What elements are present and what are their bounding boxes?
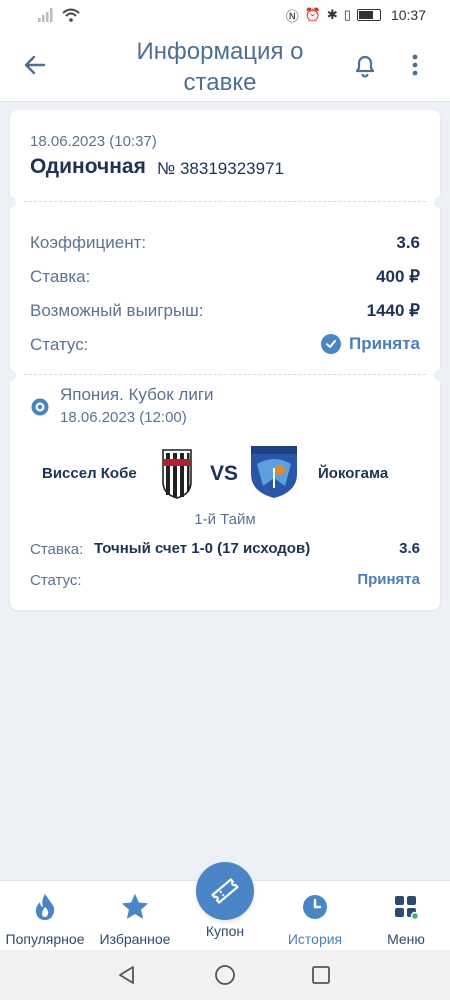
app-header: Информация о ставке bbox=[0, 30, 450, 102]
status-bar: Ⓝ ⏰ ✱ ▯ 10:37 bbox=[0, 0, 450, 30]
soccer-ball-icon bbox=[31, 398, 49, 416]
recents-square-icon[interactable] bbox=[310, 964, 332, 986]
menu-grid-icon bbox=[391, 892, 421, 922]
nfc-icon: Ⓝ bbox=[285, 8, 299, 24]
battery-icon bbox=[356, 9, 381, 21]
wifi-icon bbox=[62, 8, 80, 22]
status-label: Статус: bbox=[30, 335, 89, 354]
pick-odds: 3.6 bbox=[399, 540, 420, 557]
match-date: 18.06.2023 (12:00) bbox=[60, 409, 187, 426]
nav-favorites-label: Избранное bbox=[99, 931, 171, 947]
possible-win-value: 1440 ₽ bbox=[366, 301, 420, 320]
status-value: Принята bbox=[348, 334, 420, 353]
nav-history-label: История bbox=[287, 931, 343, 947]
more-vertical-icon[interactable] bbox=[404, 50, 426, 80]
bet-date: 18.06.2023 (10:37) bbox=[30, 133, 157, 150]
fire-icon bbox=[30, 892, 60, 922]
alarm-icon: ⏰ bbox=[304, 7, 321, 22]
card-notch bbox=[434, 196, 446, 208]
coupon-button[interactable] bbox=[196, 862, 254, 920]
nav-favorites[interactable]: Избранное bbox=[92, 881, 178, 951]
back-triangle-icon[interactable] bbox=[116, 964, 138, 986]
star-icon bbox=[120, 892, 150, 922]
nav-menu-label: Меню bbox=[387, 931, 425, 947]
bet-type: Одиночная bbox=[30, 155, 146, 178]
versus-label: VS bbox=[210, 462, 239, 485]
pick-status-value: Принята bbox=[357, 571, 420, 588]
odds-value: 3.6 bbox=[396, 233, 420, 252]
nav-history[interactable]: История bbox=[270, 881, 360, 951]
bluetooth-icon: ✱ bbox=[326, 7, 338, 22]
check-circle-icon bbox=[320, 334, 341, 354]
card-divider bbox=[24, 374, 426, 375]
clock-time: 10:37 bbox=[390, 7, 426, 23]
league-name: Япония. Кубок лиги bbox=[60, 385, 214, 404]
odds-label: Коэффициент: bbox=[30, 233, 147, 252]
card-notch bbox=[4, 369, 16, 381]
card-notch bbox=[434, 369, 446, 381]
pick-status-label: Статус: bbox=[30, 572, 82, 589]
pick-label: Ставка: bbox=[30, 541, 84, 558]
ticket-icon bbox=[211, 878, 239, 904]
away-team-name: Йокогама bbox=[318, 465, 389, 482]
signal-icon bbox=[38, 8, 53, 22]
bet-number: № 38319323971 bbox=[157, 159, 284, 178]
page-title: Информация о ставке bbox=[136, 38, 304, 96]
bell-icon[interactable] bbox=[350, 50, 380, 80]
nav-popular-label: Популярное bbox=[5, 931, 85, 947]
match-period: 1-й Тайм bbox=[194, 511, 256, 528]
status-badge: Принята bbox=[320, 334, 420, 354]
vissel-kobe-logo bbox=[162, 449, 192, 499]
pick-value: Точный счет 1-0 (17 исходов) bbox=[94, 540, 311, 557]
nav-popular[interactable]: Популярное bbox=[0, 881, 90, 951]
vibrate-icon: ▯ bbox=[343, 7, 351, 22]
home-circle-icon[interactable] bbox=[214, 964, 236, 986]
stake-label: Ставка: bbox=[30, 267, 91, 286]
yokohama-fc-logo bbox=[251, 446, 297, 498]
nav-menu[interactable]: Меню bbox=[362, 881, 450, 951]
card-divider bbox=[24, 201, 426, 202]
stake-value: 400 ₽ bbox=[376, 267, 420, 286]
bet-card: 18.06.2023 (10:37) Одиночная № 383193239… bbox=[4, 110, 446, 610]
coupon-label[interactable]: Купон bbox=[190, 923, 260, 939]
clock-icon bbox=[300, 892, 330, 922]
card-notch bbox=[4, 196, 16, 208]
home-team-name: Виссел Кобе bbox=[42, 465, 137, 482]
back-arrow-icon[interactable] bbox=[20, 50, 50, 80]
system-nav-bar bbox=[0, 950, 450, 1000]
possible-win-label: Возможный выигрыш: bbox=[30, 301, 204, 320]
